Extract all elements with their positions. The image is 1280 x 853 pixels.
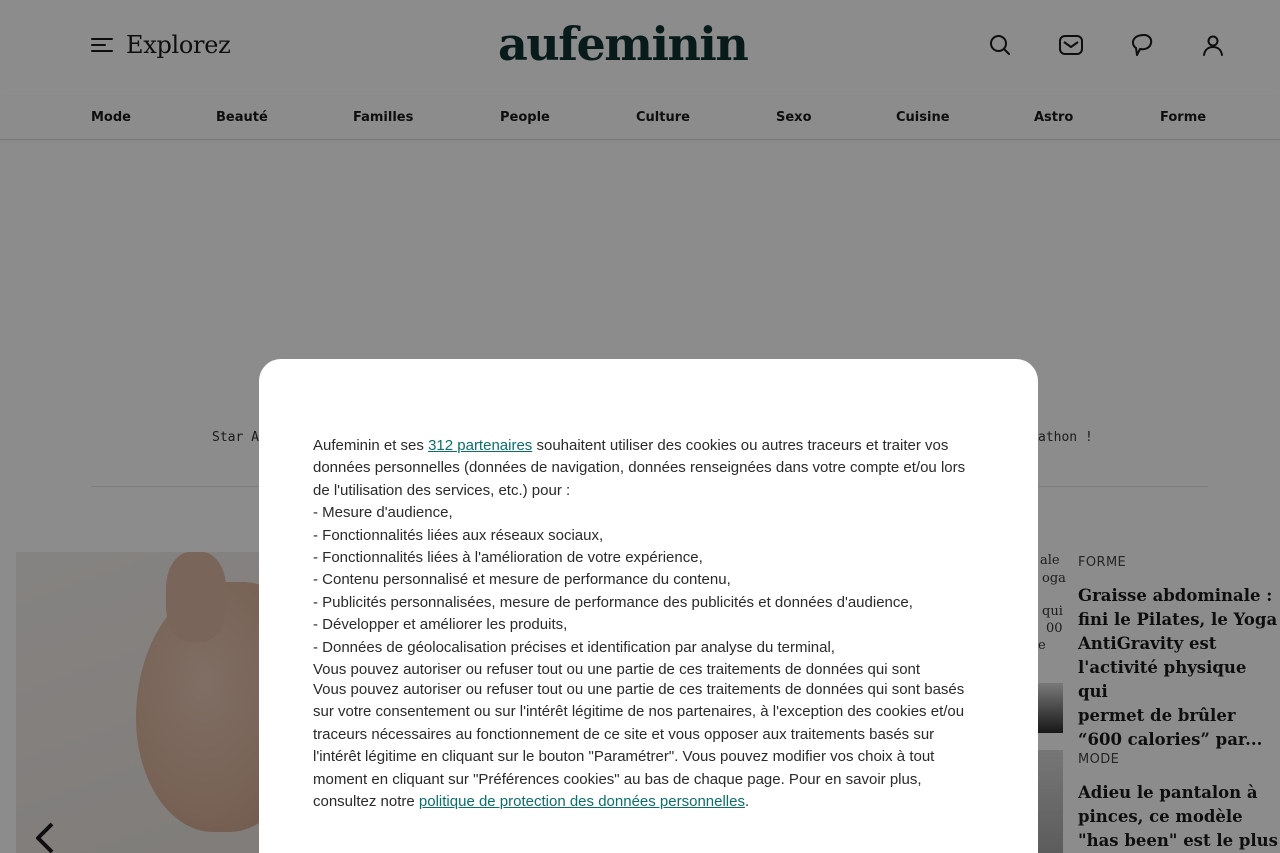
- cookie-consent-dialog: Aufeminin et ses 312 partenaires souhait…: [259, 359, 1038, 853]
- purpose-item: - Fonctionnalités liées à l'amélioration…: [313, 549, 703, 567]
- purpose-item: - Fonctionnalités liées aux réseaux soci…: [313, 526, 604, 544]
- consent-text: Aufeminin et ses 312 partenaires souhait…: [313, 435, 985, 813]
- consent-intro: Aufeminin et ses 312 partenaires souhait…: [313, 435, 985, 502]
- consent-body-text: Vous pouvez autoriser ou refuser tout ou…: [313, 680, 965, 810]
- privacy-policy-link[interactable]: politique de protection des données pers…: [419, 793, 745, 810]
- purpose-item: - Contenu personnalisé et mesure de perf…: [313, 571, 731, 589]
- purpose-item: - Publicités personnalisées, mesure de p…: [313, 593, 913, 611]
- consent-intro-start: Aufeminin et ses: [313, 437, 429, 454]
- partners-link[interactable]: 312 partenaires: [428, 437, 532, 454]
- purpose-item: - Mesure d'audience,: [313, 504, 453, 522]
- purpose-item: - Données de géolocalisation précises et…: [313, 638, 835, 656]
- consent-body: Vous pouvez autoriser ou refuser tout ou…: [313, 679, 985, 813]
- purpose-item: - Développer et améliorer les produits,: [313, 616, 568, 634]
- consent-body-end: .: [744, 793, 750, 810]
